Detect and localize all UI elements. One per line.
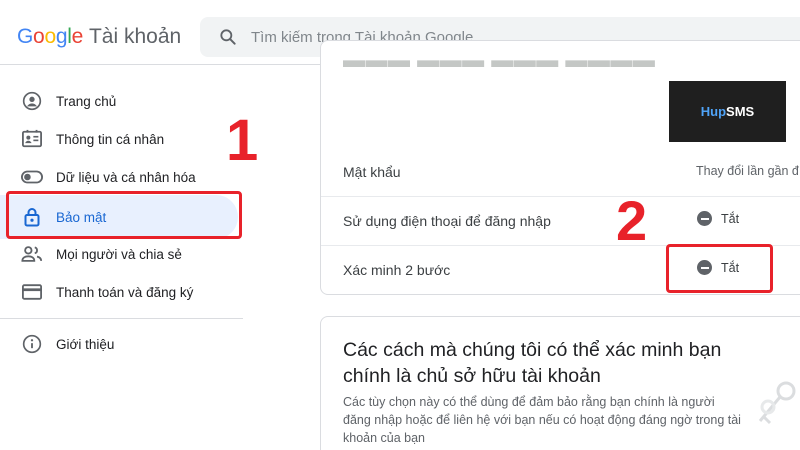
sidebar-item-label: Thông tin cá nhân	[56, 131, 165, 147]
sidebar-item-about[interactable]: Giới thiệu	[0, 322, 240, 366]
status-text: Tắt	[721, 211, 740, 226]
sidebar-item-label: Giới thiệu	[56, 336, 115, 352]
annotation-box-security	[6, 191, 242, 239]
annotation-box-2-step	[666, 244, 773, 293]
card-description: Các tùy chọn này có thể dùng để đảm bảo …	[343, 395, 741, 445]
row-phone-signin[interactable]: Sử dụng điện thoại để đăng nhập Tắt	[321, 197, 800, 246]
home-circle-icon	[21, 90, 43, 112]
row-label: Xác minh 2 bước	[343, 262, 451, 278]
credit-card-icon	[21, 281, 43, 303]
people-icon	[21, 243, 43, 265]
id-card-icon	[21, 128, 43, 150]
card-title: Các cách mà chúng tôi có thể xác minh bạ…	[343, 339, 722, 387]
sidebar-nav: Trang chủ Thông tin cá nhân Dữ liệu và c…	[0, 65, 250, 450]
google-account-logo[interactable]: Google Tài khoản	[17, 25, 181, 51]
status-off: Tắt	[697, 211, 739, 226]
hupsms-watermark: Hup SMS	[669, 81, 786, 142]
annotation-number-1: 1	[226, 108, 259, 173]
toggle-icon	[21, 166, 43, 188]
row-label: Mật khẩu	[343, 164, 401, 180]
info-icon	[21, 333, 43, 355]
sidebar-item-label: Trang chủ	[56, 93, 117, 109]
sidebar-item-label: Dữ liệu và cá nhân hóa	[56, 169, 196, 185]
sidebar-divider	[0, 318, 243, 319]
google-wordmark: Google	[17, 25, 83, 48]
row-label: Sử dụng điện thoại để đăng nhập	[343, 213, 551, 229]
sidebar-item-label: Mọi người và chia sẻ	[56, 246, 182, 262]
search-icon[interactable]	[218, 27, 238, 47]
minus-circle-icon	[697, 211, 712, 226]
product-name: Tài khoản	[88, 25, 182, 48]
scrolled-card-heading: ▬▬▬ ▬▬▬ ▬▬▬ ▬▬▬▬	[343, 47, 656, 72]
keys-illustration-icon	[758, 381, 796, 425]
verification-methods-card: Các cách mà chúng tôi có thể xác minh bạ…	[320, 316, 800, 450]
sidebar-item-label: Thanh toán và đăng ký	[56, 284, 194, 300]
sidebar-item-payments[interactable]: Thanh toán và đăng ký	[0, 270, 240, 314]
annotation-number-2: 2	[616, 189, 648, 252]
row-password[interactable]: Mật khẩu Thay đổi lần gần đ	[321, 148, 800, 197]
row-value: Thay đổi lần gần đ	[696, 164, 799, 178]
